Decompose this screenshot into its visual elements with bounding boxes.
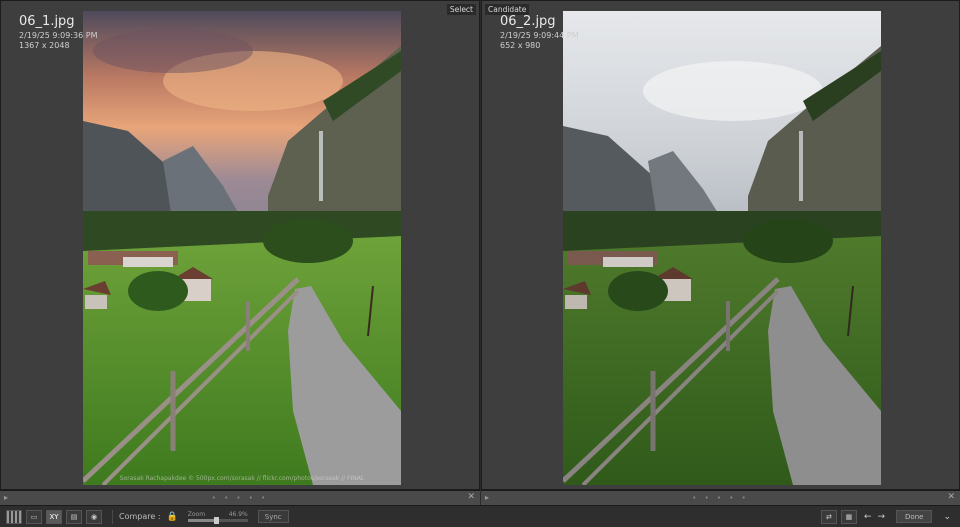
select-pane-bar: ▸ • • • • • ✕ xyxy=(0,490,480,505)
zoom-slider-fill xyxy=(187,519,216,522)
image-dimensions: 1367 x 2048 xyxy=(19,41,70,51)
candidate-tag: Candidate xyxy=(485,4,530,15)
landscape-photo-cloudy xyxy=(563,11,881,485)
select-photo-info: 06_1.jpg 2/19/25 9:09:36 PM 1367 x 2048 xyxy=(19,13,98,52)
divider xyxy=(112,509,113,524)
zoom-slider-knob[interactable] xyxy=(213,517,219,524)
zoom-slider[interactable] xyxy=(187,517,248,524)
lock-icon[interactable]: 🔒 xyxy=(167,512,178,522)
survey-icon[interactable]: ▤ xyxy=(66,509,82,524)
compare-icon[interactable]: XY xyxy=(46,509,62,524)
watermark: Sorasak Rachapakdee © 500px.com/sorasak … xyxy=(119,475,365,482)
make-select-icon[interactable]: ▦ xyxy=(840,509,857,524)
resize-handle[interactable]: • • • • • xyxy=(692,494,749,502)
candidate-photo-info: 06_2.jpg 2/19/25 9:09:44 PM 652 x 980 xyxy=(500,13,579,52)
arrow-left-icon[interactable]: ← xyxy=(864,512,872,522)
toolbar: ▭ XY ▤ ◉ Compare : 🔒 Zoom 46.9% Sync ⇄ ▦… xyxy=(0,505,960,527)
loupe-icon[interactable]: ▭ xyxy=(26,509,42,524)
candidate-pane[interactable]: 06_2.jpg 2/19/25 9:09:44 PM 652 x 980 Ca… xyxy=(481,0,960,490)
people-icon[interactable]: ◉ xyxy=(86,509,102,524)
close-icon[interactable]: ✕ xyxy=(947,492,955,502)
zoom-control[interactable]: Zoom 46.9% xyxy=(187,511,248,524)
capture-datetime: 2/19/25 9:09:44 PM xyxy=(500,30,579,40)
select-photo[interactable]: Sorasak Rachapakdee © 500px.com/sorasak … xyxy=(83,11,401,485)
grid-icon[interactable] xyxy=(6,509,22,524)
landscape-photo-sunset xyxy=(83,11,401,485)
image-dimensions: 652 x 980 xyxy=(500,41,541,51)
select-pane[interactable]: Sorasak Rachapakdee © 500px.com/sorasak … xyxy=(0,0,480,490)
compare-label: Compare : xyxy=(119,512,161,521)
capture-datetime: 2/19/25 9:09:36 PM xyxy=(19,30,98,40)
done-button[interactable]: Done xyxy=(896,510,933,523)
flag-icon[interactable]: ▸ xyxy=(4,493,8,502)
flag-icon[interactable]: ▸ xyxy=(485,493,489,502)
arrow-right-icon[interactable]: → xyxy=(877,512,885,522)
chevron-down-icon[interactable]: ⌄ xyxy=(943,512,951,522)
candidate-photo[interactable] xyxy=(563,11,881,485)
filename: 06_1.jpg xyxy=(19,14,75,29)
candidate-pane-bar: ▸ • • • • • ✕ xyxy=(481,490,960,505)
swap-icon[interactable]: ⇄ xyxy=(820,509,837,524)
zoom-label: Zoom xyxy=(187,511,206,518)
sync-button[interactable]: Sync xyxy=(257,510,289,523)
select-tag: Select xyxy=(446,4,476,15)
zoom-value: 46.9% xyxy=(228,511,248,518)
resize-handle[interactable]: • • • • • xyxy=(212,494,269,502)
close-icon[interactable]: ✕ xyxy=(467,492,475,502)
filename: 06_2.jpg xyxy=(500,14,556,29)
